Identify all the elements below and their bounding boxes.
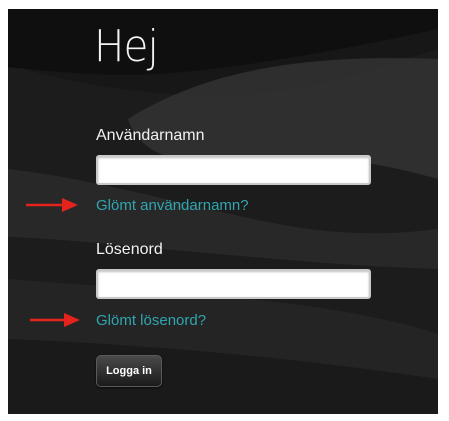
username-field[interactable] (96, 155, 371, 185)
red-arrow-right-icon (30, 313, 80, 327)
username-label: Användarnamn (96, 127, 205, 144)
forgot-username-link[interactable]: Glömt användarnamn? (96, 197, 249, 214)
password-label: Lösenord (96, 241, 163, 258)
login-button[interactable]: Logga in (96, 355, 162, 387)
page-title: Hej (94, 21, 159, 72)
forgot-password-link[interactable]: Glömt lösenord? (96, 312, 206, 329)
red-arrow-right-icon (26, 198, 78, 212)
login-panel: Hej Användarnamn Glömt användarnamn? Lös… (8, 9, 438, 414)
password-field[interactable] (96, 269, 371, 299)
